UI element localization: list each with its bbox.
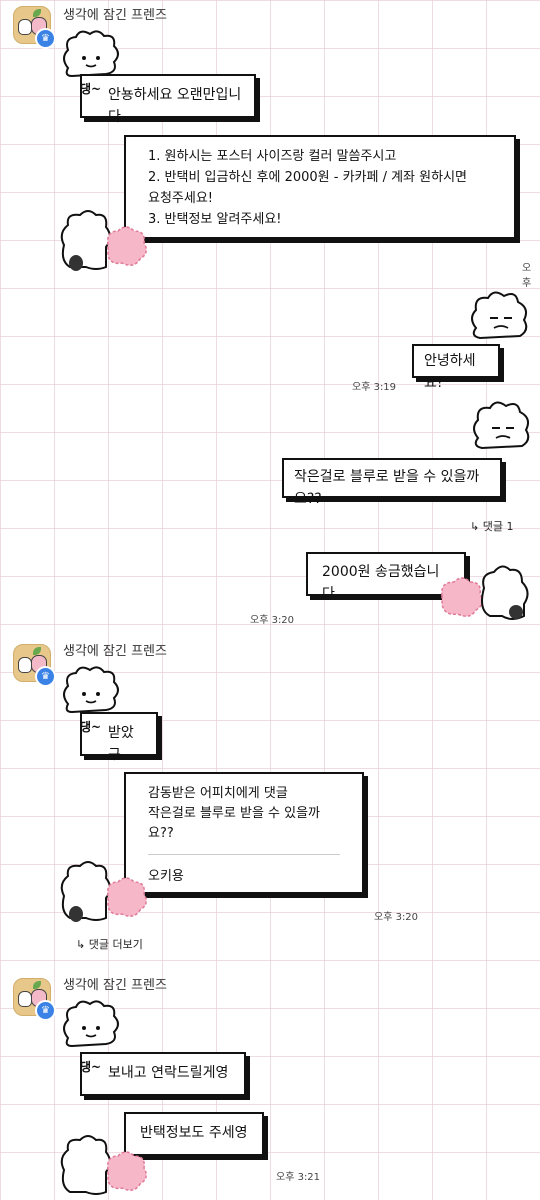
message-text: 보내고 연락드릴게영 <box>108 1065 229 1081</box>
ryan-apeach-character-icon <box>60 861 147 922</box>
sender-avatar[interactable]: ♛ <box>13 978 56 1021</box>
message-text: 안녕하세요! <box>424 353 476 391</box>
message-time: 오후 3:21 <box>276 1172 321 1183</box>
sender-name: 생각에 잠긴 프렌즈 <box>63 8 167 23</box>
apeach-ryan-character-icon <box>441 565 529 620</box>
reply-message-bubble[interactable]: 감동받은 어피치에게 댓글 작은걸로 블루로 받을 수 있을까요?? 오키용 <box>124 772 364 894</box>
sender-avatar[interactable]: ♛ <box>13 6 56 49</box>
sound-effect-label: 댕~ <box>80 720 102 734</box>
sender-name: 생각에 잠긴 프렌즈 <box>63 978 167 993</box>
crown-icon: ♛ <box>35 28 56 49</box>
message-line: 3. 반택정보 알려주세요! <box>148 212 282 228</box>
more-comments-link[interactable]: ↳ 댓글 더보기 <box>76 936 143 952</box>
avatar-face-white <box>18 657 32 673</box>
message-bubble[interactable]: 보내고 연락드릴게영 <box>80 1052 246 1096</box>
message-time: 오후 3:19 <box>352 382 397 393</box>
message-line: 요청주세요! <box>148 191 214 207</box>
crown-icon: ♛ <box>35 666 56 687</box>
avatar-leaf <box>33 981 41 989</box>
message-text: 오키용 <box>148 869 184 885</box>
avatar-leaf <box>33 9 41 17</box>
fluffy-character-icon <box>473 401 530 450</box>
message-time: 오후 3:20 <box>374 912 419 923</box>
quoted-comment-title: 감동받은 어피치에게 댓글 <box>148 786 288 801</box>
fluffy-character-icon <box>63 1000 119 1048</box>
my-message-bubble[interactable]: 작은걸로 블루로 받을 수 있을까요?? <box>282 458 502 507</box>
message-time: 오후 3:20 <box>250 615 295 626</box>
quote-divider <box>148 854 340 856</box>
ryan-apeach-character-icon <box>60 210 147 271</box>
sound-effect-label: 댕~ <box>80 1060 102 1074</box>
message-text: 받았구 <box>108 725 134 763</box>
message-time: 오후 <box>522 263 532 289</box>
message-line: 2. 반택비 입금하신 후에 2000원 - 카카페 / 계좌 원하시면 <box>148 170 467 186</box>
reply-count-link[interactable]: ↳ 댓글 1 <box>470 518 513 534</box>
message-text: 안뇽하세요 오랜만입니다 <box>108 87 242 125</box>
sound-effect-label: 댕~ <box>80 82 102 96</box>
message-text: 반택정보도 주세영 <box>140 1125 248 1141</box>
message-line: 1. 원하시는 포스터 사이즈랑 컬러 말씀주시고 <box>148 149 397 164</box>
my-message-bubble[interactable]: 안녕하세요! <box>412 344 500 391</box>
message-bubble[interactable]: 안뇽하세요 오랜만입니다 <box>80 74 256 125</box>
message-text: 작은걸로 블루로 받을 수 있을까요?? <box>294 469 480 507</box>
sender-avatar[interactable]: ♛ <box>13 644 56 687</box>
message-text: 2000원 송금했습니다 <box>322 564 440 602</box>
crown-icon: ♛ <box>35 1000 56 1021</box>
avatar-face-white <box>18 19 32 35</box>
ryan-apeach-character-icon <box>60 1135 147 1195</box>
avatar-face-white <box>18 991 32 1007</box>
message-bubble[interactable]: 1. 원하시는 포스터 사이즈랑 컬러 말씀주시고 2. 반택비 입금하신 후에… <box>124 135 516 239</box>
quoted-comment-text: 작은걸로 블루로 받을 수 있을까요?? <box>148 806 321 842</box>
sender-name: 생각에 잠긴 프렌즈 <box>63 644 167 659</box>
avatar-leaf <box>33 647 41 655</box>
